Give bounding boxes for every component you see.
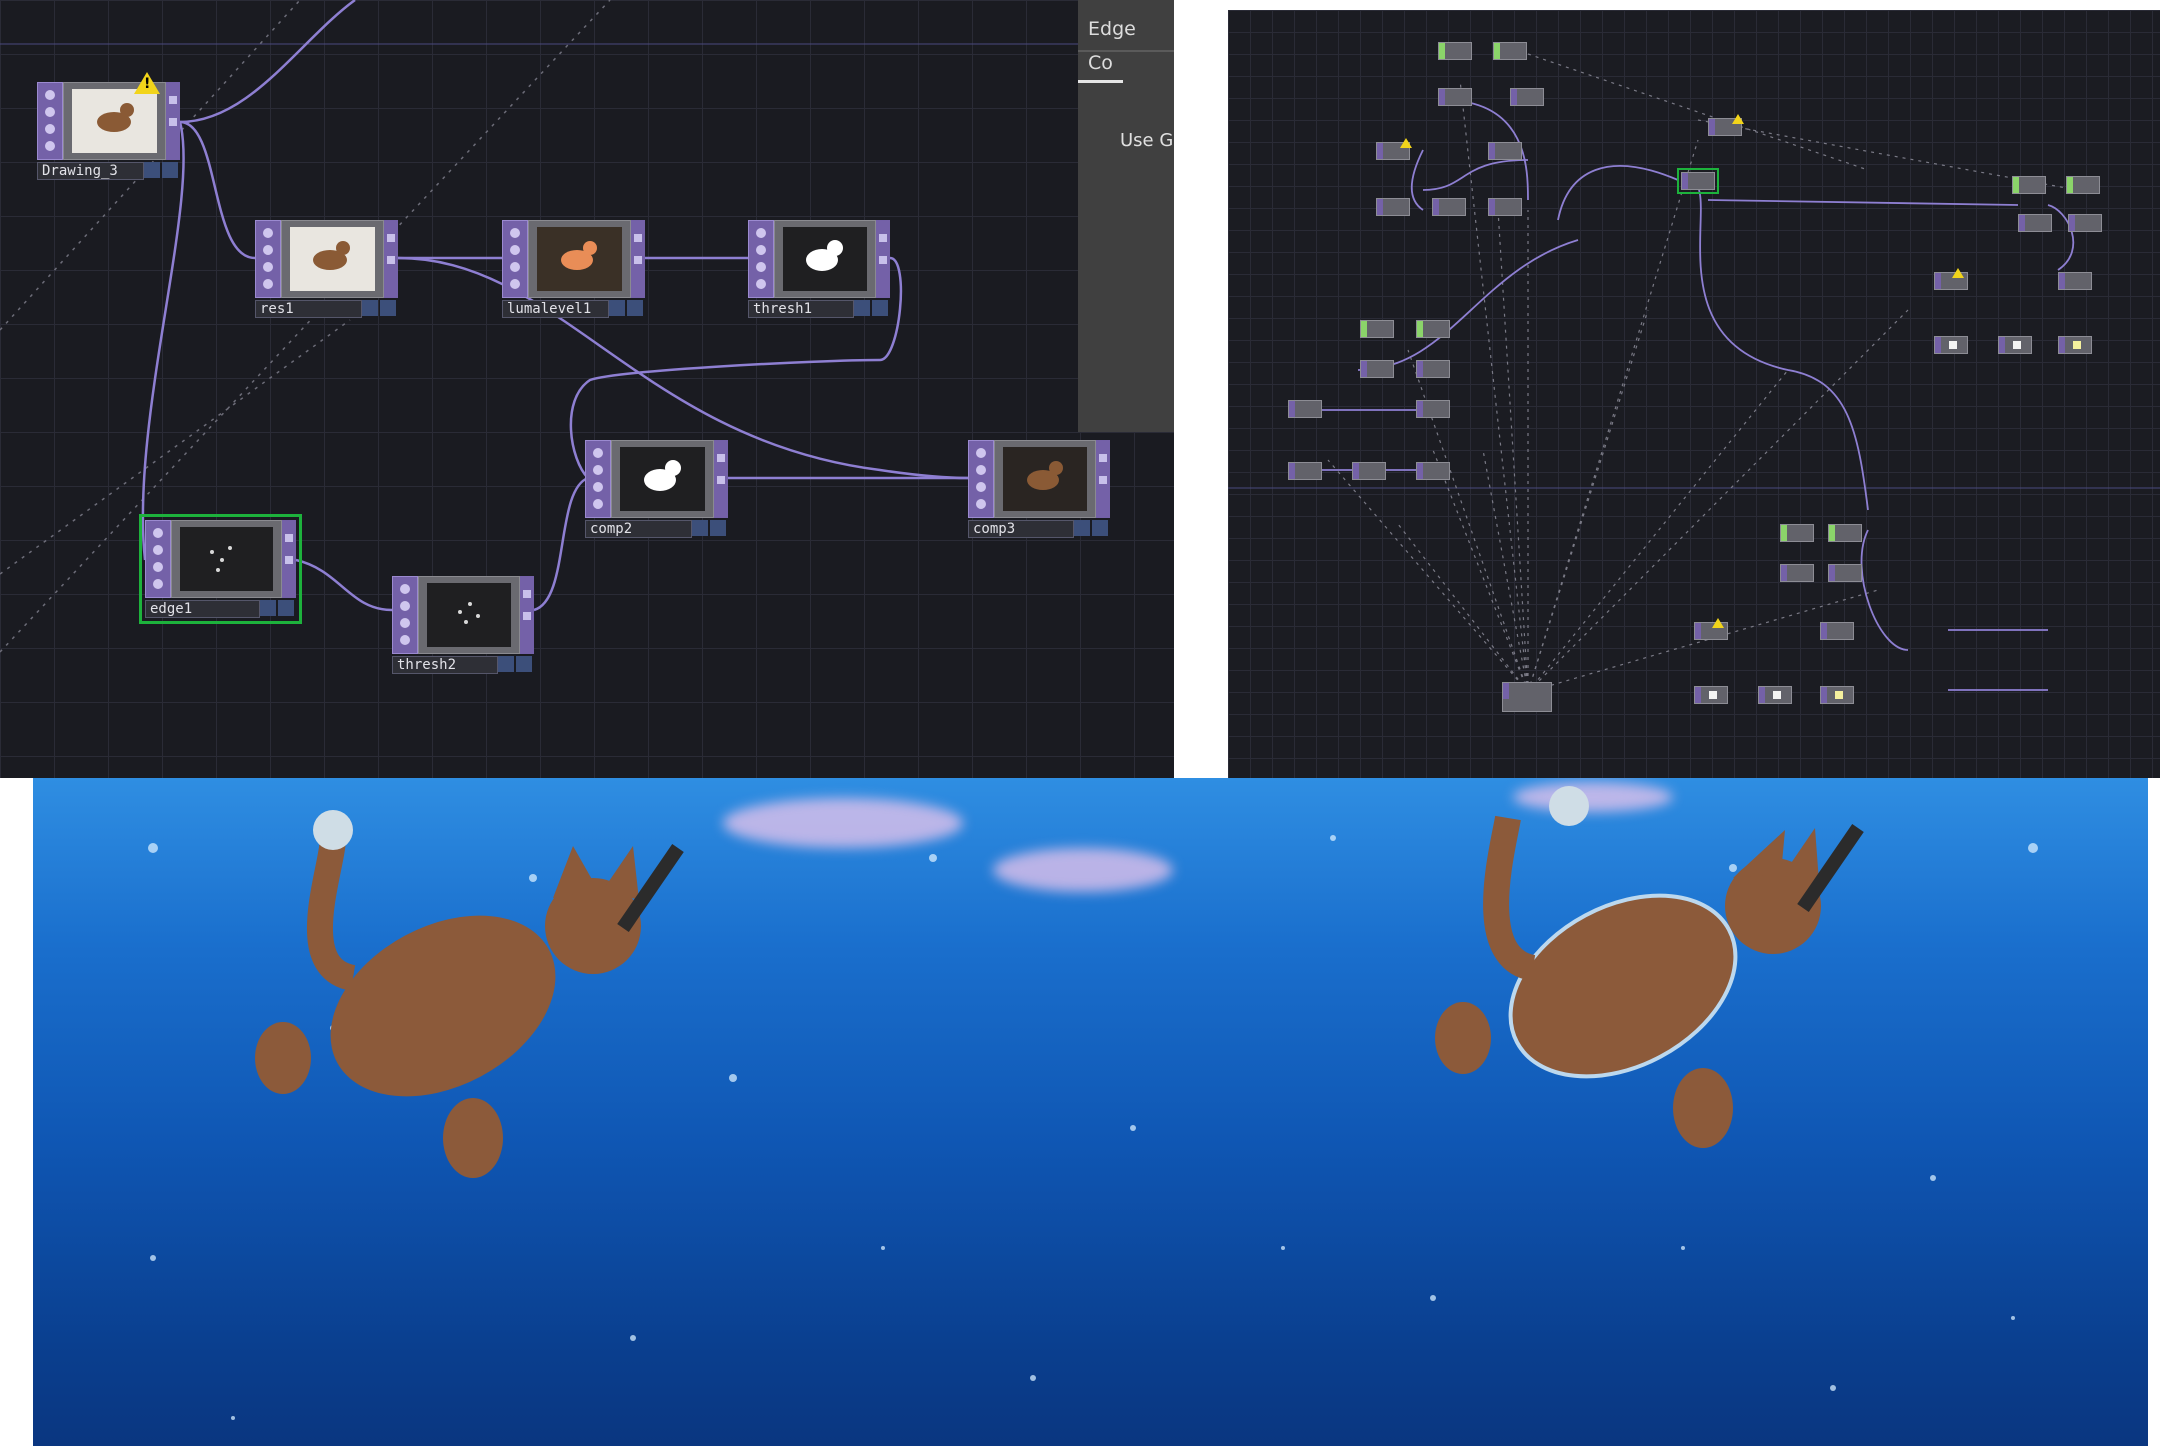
mini-node[interactable]	[1934, 336, 1968, 354]
mini-node[interactable]	[1820, 686, 1854, 704]
mini-node[interactable]	[1432, 198, 1466, 216]
overview-wires	[1228, 53, 2160, 693]
warning-icon	[1732, 114, 1744, 124]
mini-node[interactable]	[1780, 564, 1814, 582]
mini-node[interactable]	[1694, 686, 1728, 704]
param-tabs: EdgeCo	[1078, 12, 1174, 83]
mini-node[interactable]	[1438, 88, 1472, 106]
mini-node[interactable]	[1288, 462, 1322, 480]
mini-node[interactable]	[1820, 622, 1854, 640]
mini-node[interactable]	[2058, 272, 2092, 290]
mini-node[interactable]	[1416, 400, 1450, 418]
mini-node[interactable]	[1416, 320, 1450, 338]
mini-node[interactable]	[1352, 462, 1386, 480]
mini-node[interactable]	[2012, 176, 2046, 194]
mini-node-hub[interactable]	[1502, 682, 1552, 712]
tab-edge[interactable]: Edge	[1078, 12, 1146, 46]
right-network-overview[interactable]	[1228, 10, 2160, 778]
mini-node[interactable]	[1493, 42, 1527, 60]
mini-node[interactable]	[1510, 88, 1544, 106]
mini-node[interactable]	[2018, 214, 2052, 232]
particles-and-cats	[148, 786, 2038, 1420]
left-network-editor[interactable]: Drawing_3 ! res1 lumalevel1 thresh1 edge…	[0, 0, 1174, 778]
mini-node[interactable]	[1488, 198, 1522, 216]
mini-node[interactable]	[1780, 524, 1814, 542]
cat-figure-left	[255, 810, 684, 1178]
mini-node[interactable]	[2058, 336, 2092, 354]
mini-node[interactable]	[1416, 360, 1450, 378]
mini-node[interactable]	[1828, 524, 1862, 542]
mini-node[interactable]	[2066, 176, 2100, 194]
mini-node[interactable]	[1438, 42, 1472, 60]
warning-icon	[1952, 268, 1964, 278]
mini-node[interactable]	[1376, 198, 1410, 216]
warning-icon	[1712, 618, 1724, 628]
mini-node[interactable]	[1288, 400, 1322, 418]
mini-node[interactable]	[1488, 142, 1522, 160]
mini-node[interactable]	[2068, 214, 2102, 232]
mini-node[interactable]	[1416, 462, 1450, 480]
mini-node[interactable]	[1360, 360, 1394, 378]
param-use-label: Use G	[1120, 130, 1174, 151]
tab-compositing[interactable]: Co	[1078, 46, 1123, 83]
parameter-panel[interactable]: EdgeCo Use G	[1078, 0, 1174, 432]
mini-node-selected[interactable]	[1677, 168, 1719, 194]
mini-node[interactable]	[1758, 686, 1792, 704]
render-output	[33, 778, 2148, 1446]
warning-icon	[1400, 138, 1412, 148]
mini-node[interactable]	[1828, 564, 1862, 582]
mini-node[interactable]	[1998, 336, 2032, 354]
thumbnail-art	[97, 103, 1063, 624]
mini-node[interactable]	[1360, 320, 1394, 338]
cat-figure-right	[1435, 786, 1864, 1148]
